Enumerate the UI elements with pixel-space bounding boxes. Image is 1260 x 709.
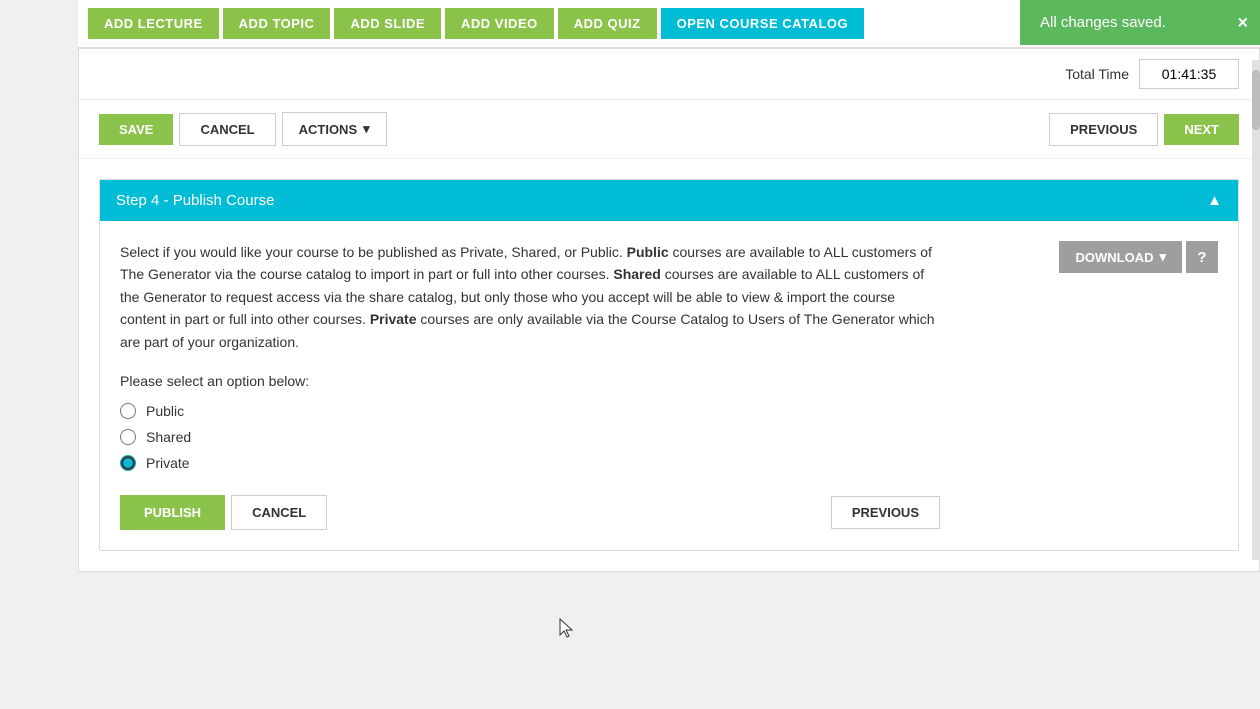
toast-close-button[interactable]: × (1237, 12, 1248, 33)
actions-dropdown-icon: ▾ (363, 121, 370, 137)
content-area: Total Time SAVE CANCEL ACTIONS ▾ PREVIOU… (78, 48, 1260, 572)
option-private-label: Private (146, 455, 190, 471)
please-select-text: Please select an option below: (120, 373, 940, 389)
cursor (558, 617, 578, 641)
step-header-title: Step 4 - Publish Course (116, 192, 274, 209)
add-video-button[interactable]: ADD VIDEO (445, 8, 554, 39)
radio-public[interactable] (120, 403, 136, 419)
toast-notification: All changes saved. × (1020, 0, 1260, 45)
help-button[interactable]: ? (1186, 241, 1218, 273)
step-body: Select if you would like your course to … (100, 221, 1238, 550)
download-button[interactable]: DOWNLOAD ▾ (1059, 241, 1182, 273)
bottom-action-bar: PUBLISH CANCEL PREVIOUS (120, 495, 940, 530)
top-previous-button[interactable]: PREVIOUS (1049, 113, 1158, 146)
cancel-button[interactable]: CANCEL (179, 113, 275, 146)
option-shared-label: Shared (146, 429, 191, 445)
option-public[interactable]: Public (120, 403, 940, 419)
scrollbar[interactable] (1252, 60, 1260, 560)
option-private[interactable]: Private (120, 455, 940, 471)
save-button[interactable]: SAVE (99, 114, 173, 145)
download-dropdown-icon: ▾ (1159, 249, 1166, 265)
actions-button[interactable]: ACTIONS ▾ (282, 112, 387, 146)
toast-message: All changes saved. (1040, 14, 1166, 31)
total-time-input[interactable] (1139, 59, 1239, 89)
top-bar: Total Time (79, 49, 1259, 100)
actions-label: ACTIONS (299, 122, 358, 137)
action-bar: SAVE CANCEL ACTIONS ▾ PREVIOUS NEXT (79, 100, 1259, 159)
radio-shared[interactable] (120, 429, 136, 445)
step-section: Step 4 - Publish Course ▲ Select if you … (99, 179, 1239, 551)
radio-group: Public Shared Private (120, 403, 940, 471)
bottom-previous-button[interactable]: PREVIOUS (831, 496, 940, 529)
download-area: DOWNLOAD ▾ ? (1059, 241, 1218, 273)
action-bar-left: SAVE CANCEL ACTIONS ▾ (99, 112, 387, 146)
collapse-icon[interactable]: ▲ (1207, 192, 1222, 209)
option-shared[interactable]: Shared (120, 429, 940, 445)
top-next-button[interactable]: NEXT (1164, 114, 1239, 145)
radio-private[interactable] (120, 455, 136, 471)
scroll-thumb[interactable] (1252, 70, 1260, 130)
download-label: DOWNLOAD (1075, 250, 1153, 265)
add-quiz-button[interactable]: ADD QUIZ (558, 8, 657, 39)
publish-button[interactable]: PUBLISH (120, 495, 225, 530)
step-header: Step 4 - Publish Course ▲ (100, 180, 1238, 221)
action-bar-right: PREVIOUS NEXT (1049, 113, 1239, 146)
step-description: Select if you would like your course to … (120, 241, 940, 353)
add-slide-button[interactable]: ADD SLIDE (334, 8, 441, 39)
bottom-left: PUBLISH CANCEL (120, 495, 327, 530)
total-time-label: Total Time (1065, 66, 1129, 82)
open-course-catalog-button[interactable]: OPEN COURSE CATALOG (661, 8, 865, 39)
add-topic-button[interactable]: ADD TOPIC (223, 8, 331, 39)
add-lecture-button[interactable]: ADD LECTURE (88, 8, 219, 39)
option-public-label: Public (146, 403, 184, 419)
bottom-right: PREVIOUS (831, 496, 940, 529)
bottom-cancel-button[interactable]: CANCEL (231, 495, 327, 530)
